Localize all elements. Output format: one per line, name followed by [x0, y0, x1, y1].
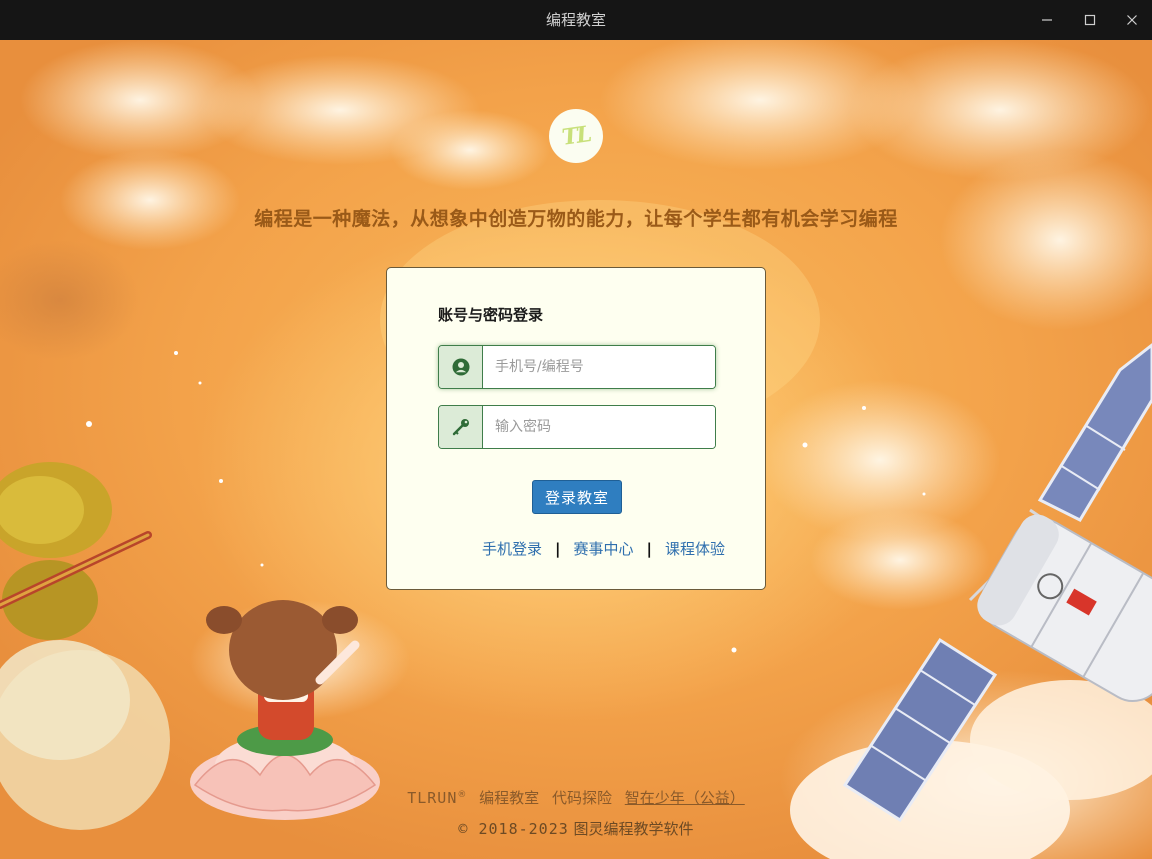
app-logo: TL [549, 109, 603, 163]
account-input[interactable] [483, 346, 715, 388]
maximize-icon [1084, 14, 1096, 26]
contest-center-link[interactable]: 赛事中心 [574, 538, 634, 559]
software-name: 图灵编程教学软件 [573, 820, 694, 838]
window-title: 编程教室 [545, 11, 606, 29]
footer-item-classroom: 编程教室 [479, 789, 540, 807]
link-separator: | [555, 539, 561, 558]
phone-login-link[interactable]: 手机登录 [482, 538, 542, 559]
maximize-button[interactable] [1076, 8, 1104, 32]
registered-mark: ® [457, 790, 467, 800]
close-button[interactable] [1118, 8, 1146, 32]
minimize-icon [1042, 19, 1052, 21]
close-icon [1127, 15, 1137, 25]
footer-charity-link[interactable]: 智在少年（公益） [625, 789, 745, 807]
footer-brand-line: TLRUN® 编程教室 代码探险 智在少年（公益） [0, 787, 1152, 808]
account-icon-box [439, 346, 483, 388]
course-trial-link[interactable]: 课程体验 [665, 538, 725, 559]
login-links: 手机登录 | 赛事中心 | 课程体验 [482, 538, 725, 559]
logo-text: TL [560, 121, 592, 151]
footer-brand: TLRUN [407, 789, 458, 807]
slogan: 编程是一种魔法，从想象中创造万物的能力，让每个学生都有机会学习编程 [254, 208, 898, 230]
footer-item-code-adventure: 代码探险 [551, 789, 612, 807]
account-field [438, 345, 716, 389]
background-illustration: TL 编程是一种魔法，从想象中创造万物的能力，让每个学生都有机会学习编程 账号与… [0, 40, 1152, 859]
key-icon [452, 419, 469, 436]
title-bar: 编程教室 [0, 0, 1152, 40]
copyright-text: © 2018-2023 [458, 820, 569, 838]
link-separator: | [646, 539, 652, 558]
footer-copyright-line: © 2018-2023 图灵编程教学软件 [0, 818, 1152, 839]
login-button[interactable]: 登录教室 [532, 480, 622, 514]
password-icon-box [439, 406, 483, 448]
user-circle-icon [452, 358, 469, 376]
login-title: 账号与密码登录 [438, 306, 544, 324]
password-input[interactable] [483, 406, 715, 448]
minimize-button[interactable] [1033, 8, 1061, 32]
password-field [438, 405, 716, 449]
monkey-king-character [0, 462, 152, 760]
login-card: 账号与密码登录 登录教室 [386, 267, 766, 590]
